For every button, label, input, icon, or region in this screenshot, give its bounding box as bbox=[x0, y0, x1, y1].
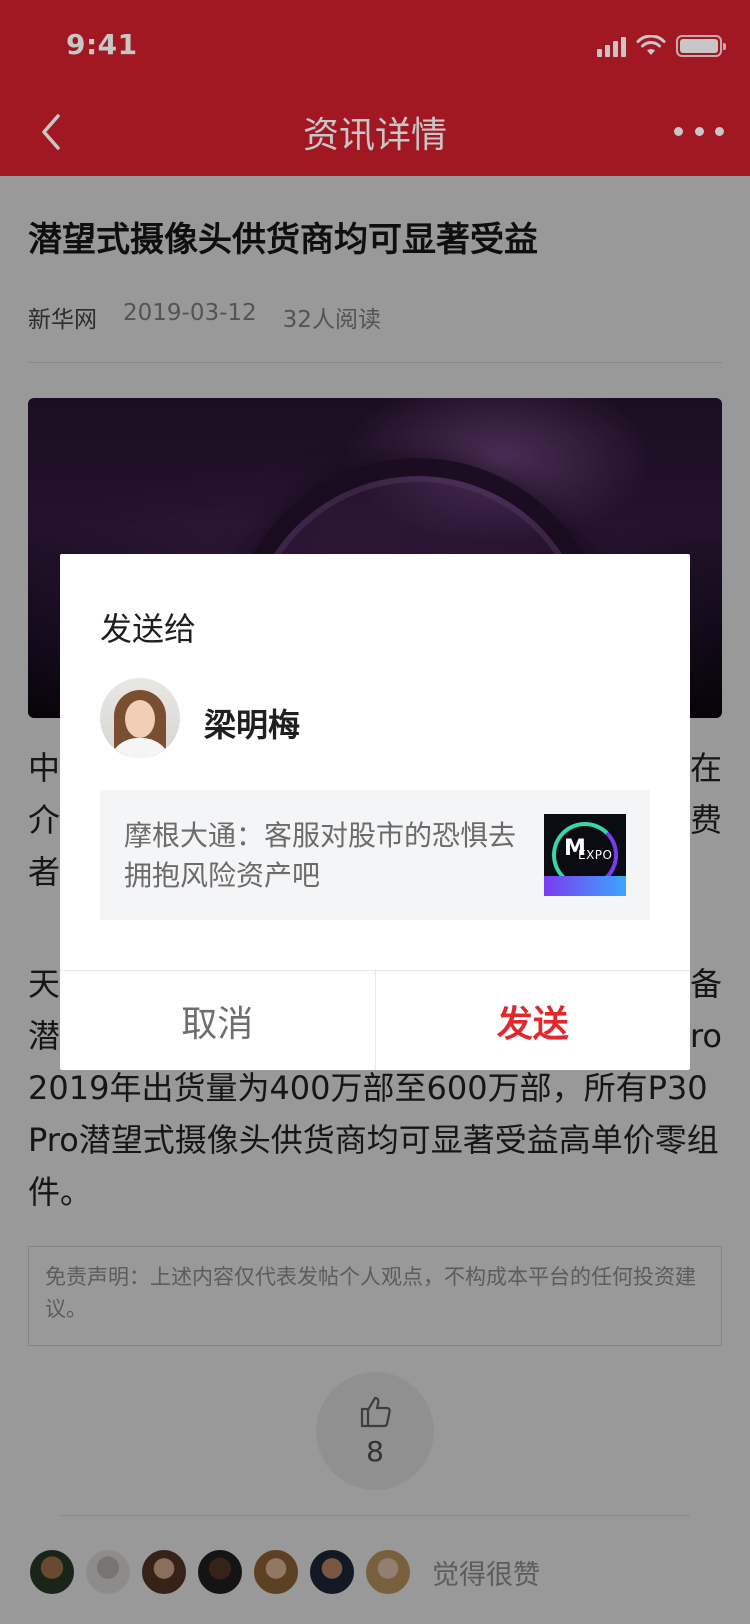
cellular-signal-icon bbox=[597, 35, 626, 57]
wifi-icon bbox=[636, 35, 666, 55]
status-time: 9:41 bbox=[66, 28, 138, 61]
recipient-avatar bbox=[100, 678, 180, 758]
more-dot-icon bbox=[694, 126, 704, 136]
dialog-actions: 取消 发送 bbox=[60, 970, 690, 1070]
status-icons bbox=[597, 32, 726, 60]
dialog-title: 发送给 bbox=[100, 610, 197, 648]
more-dot-icon bbox=[715, 126, 724, 136]
send-button[interactable]: 发送 bbox=[376, 971, 691, 1070]
battery-icon bbox=[676, 35, 726, 57]
cancel-button[interactable]: 取消 bbox=[60, 971, 376, 1070]
send-to-dialog: 发送给 梁明梅 摩根大通：客服对股市的恐惧去拥抱风险资产吧 M EXPO 取消 … bbox=[60, 554, 690, 1070]
shared-article-thumbnail: M EXPO bbox=[544, 814, 626, 896]
recipient-name: 梁明梅 bbox=[204, 706, 301, 744]
shared-article-title: 摩根大通：客服对股市的恐惧去拥抱风险资产吧 bbox=[124, 819, 517, 892]
more-dot-icon bbox=[674, 126, 683, 136]
app-header: 9:41 资讯详情 bbox=[0, 0, 750, 176]
page-title: 资讯详情 bbox=[302, 115, 447, 156]
more-options-button[interactable] bbox=[674, 116, 724, 146]
shared-article-card: 摩根大通：客服对股市的恐惧去拥抱风险资产吧 M EXPO bbox=[100, 790, 650, 920]
thumbnail-logo-word: EXPO bbox=[578, 848, 613, 862]
